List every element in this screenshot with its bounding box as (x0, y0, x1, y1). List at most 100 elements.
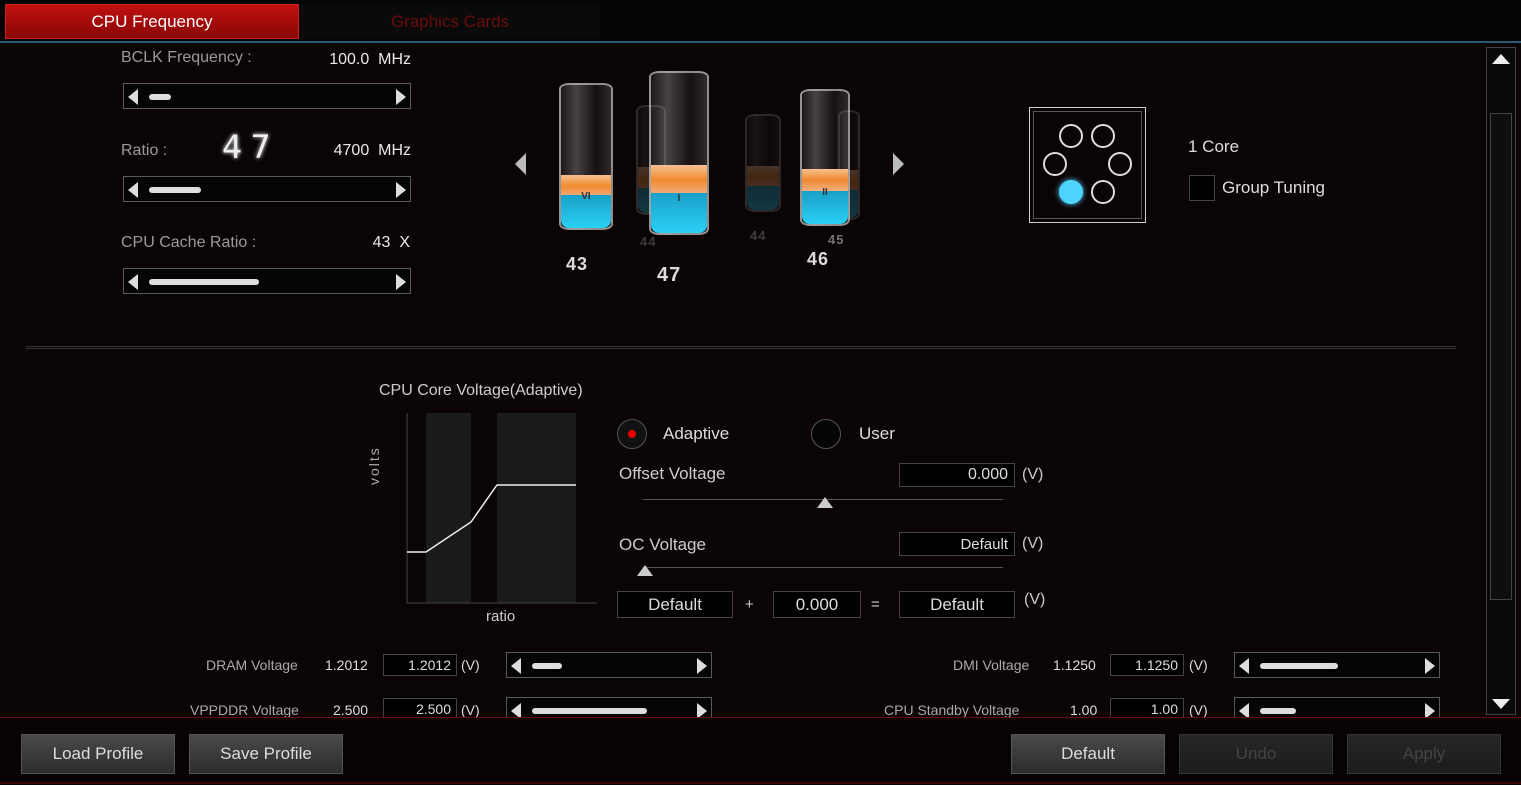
slider-thumb[interactable] (149, 279, 259, 285)
arrow-right-icon[interactable] (697, 703, 707, 717)
core-ratio-label: 45 (828, 232, 845, 247)
scroll-up-icon[interactable] (1492, 54, 1510, 64)
slider-thumb[interactable] (149, 187, 201, 193)
core-select-button[interactable] (1091, 124, 1115, 148)
arrow-right-icon[interactable] (396, 89, 406, 105)
core-numeral: VI (581, 191, 591, 202)
core-select-button[interactable] (1091, 180, 1115, 204)
undo-button[interactable]: Undo (1179, 734, 1333, 774)
vppddr-voltage-slider[interactable] (506, 697, 712, 717)
core-select-button[interactable] (1043, 152, 1067, 176)
ratio-big-value: 47 (222, 128, 279, 166)
dram-voltage-input[interactable]: 1.2012 (383, 654, 457, 676)
vppddr-voltage-label: VPPDDR Voltage (190, 702, 299, 717)
load-profile-button[interactable]: Load Profile (21, 734, 175, 774)
arrow-right-icon[interactable] (1425, 658, 1435, 674)
ratio-label: Ratio : (121, 142, 168, 159)
ratio-slider[interactable] (123, 176, 411, 202)
adaptive-radio[interactable] (617, 419, 647, 449)
offset-slider-thumb[interactable] (817, 497, 833, 508)
dmi-voltage-input[interactable]: 1.1250 (1110, 654, 1184, 676)
cpu-standby-voltage-unit: (V) (1189, 702, 1208, 717)
core-next-arrow-icon[interactable] (893, 153, 904, 175)
slider-thumb[interactable] (1260, 708, 1296, 714)
arrow-left-icon[interactable] (1239, 703, 1249, 717)
default-button[interactable]: Default (1011, 734, 1165, 774)
cpu-standby-voltage-label: CPU Standby Voltage (884, 702, 1020, 717)
core-cylinder[interactable]: II (800, 89, 850, 226)
group-tuning-checkbox[interactable] (1189, 175, 1215, 201)
cpu-standby-voltage-slider[interactable] (1234, 697, 1440, 717)
arrow-right-icon[interactable] (396, 182, 406, 198)
core-ratio-label: 44 (640, 234, 657, 249)
oc-voltage-input[interactable]: Default (899, 532, 1015, 556)
oc-slider-thumb[interactable] (637, 565, 653, 576)
plus-sign: + (745, 596, 754, 613)
dmi-voltage-current: 1.1250 (1053, 657, 1096, 673)
core-prev-arrow-icon[interactable] (515, 153, 526, 175)
cpu-standby-voltage-current: 1.00 (1070, 702, 1098, 717)
oc-voltage-slider[interactable] (643, 567, 1003, 568)
voltage-curve-graph (406, 413, 597, 604)
arrow-left-icon[interactable] (128, 182, 138, 198)
cache-ratio-value: 43 X (372, 234, 410, 251)
offset-unit: (V) (1022, 466, 1044, 483)
slider-thumb[interactable] (532, 708, 647, 714)
slider-thumb[interactable] (1260, 663, 1338, 669)
core-select-button[interactable] (1059, 124, 1083, 148)
arrow-left-icon[interactable] (511, 658, 521, 674)
core-cylinder-selected[interactable]: I (649, 71, 709, 235)
core-cylinder[interactable] (745, 114, 781, 212)
core-select-button-selected[interactable] (1059, 180, 1083, 204)
sum-unit: (V) (1024, 591, 1046, 608)
dram-voltage-current: 1.2012 (325, 657, 368, 673)
user-label: User (859, 424, 895, 443)
offset-voltage-input[interactable]: 0.000 (899, 463, 1015, 487)
scroll-down-icon[interactable] (1492, 699, 1510, 709)
radio-dot (628, 430, 636, 438)
y-axis-label: volts (366, 446, 382, 485)
ratio-value: 4700 MHz (333, 142, 411, 159)
dmi-voltage-slider[interactable] (1234, 652, 1440, 678)
arrow-left-icon[interactable] (1239, 658, 1249, 674)
arrow-left-icon[interactable] (128, 89, 138, 105)
vppddr-voltage-current: 2.500 (333, 702, 369, 717)
cache-ratio-label: CPU Cache Ratio : (121, 234, 257, 251)
slider-thumb[interactable] (532, 663, 562, 669)
vppddr-voltage-input[interactable]: 2.500 (383, 698, 457, 717)
sum-base-value: Default (617, 591, 733, 618)
core-select-button[interactable] (1108, 152, 1132, 176)
oc-unit: (V) (1022, 535, 1044, 552)
core-numeral: II (822, 187, 828, 198)
bclk-value: 100.0 MHz (329, 51, 411, 68)
sum-offset-value: 0.000 (773, 591, 861, 618)
offset-voltage-label: Offset Voltage (619, 464, 726, 483)
arrow-right-icon[interactable] (1425, 703, 1435, 717)
adaptive-label: Adaptive (663, 424, 730, 443)
section-divider (26, 346, 1456, 349)
arrow-right-icon[interactable] (396, 274, 406, 290)
user-radio[interactable] (811, 419, 841, 449)
dram-voltage-unit: (V) (461, 657, 480, 673)
scrollbar-thumb[interactable] (1490, 113, 1512, 600)
voltage-title: CPU Core Voltage(Adaptive) (379, 382, 583, 399)
dram-voltage-slider[interactable] (506, 652, 712, 678)
arrow-left-icon[interactable] (511, 703, 521, 717)
tab-divider (0, 41, 1521, 43)
dmi-voltage-label: DMI Voltage (953, 657, 1030, 673)
tab-graphics-cards[interactable]: Graphics Cards (300, 4, 600, 39)
slider-thumb[interactable] (149, 94, 171, 100)
core-count-label: 1 Core (1188, 137, 1240, 156)
core-ratio-label: 46 (807, 249, 830, 269)
cache-ratio-slider[interactable] (123, 268, 411, 294)
core-ratio-label: 43 (566, 254, 589, 274)
save-profile-button[interactable]: Save Profile (189, 734, 343, 774)
arrow-right-icon[interactable] (697, 658, 707, 674)
arrow-left-icon[interactable] (128, 274, 138, 290)
core-cylinder[interactable]: VI (559, 83, 613, 230)
cpu-standby-voltage-input[interactable]: 1.00 (1110, 698, 1184, 717)
bclk-slider[interactable] (123, 83, 411, 109)
bclk-label: BCLK Frequency : (121, 49, 252, 66)
tab-cpu-frequency[interactable]: CPU Frequency (5, 4, 299, 39)
apply-button[interactable]: Apply (1347, 734, 1501, 774)
